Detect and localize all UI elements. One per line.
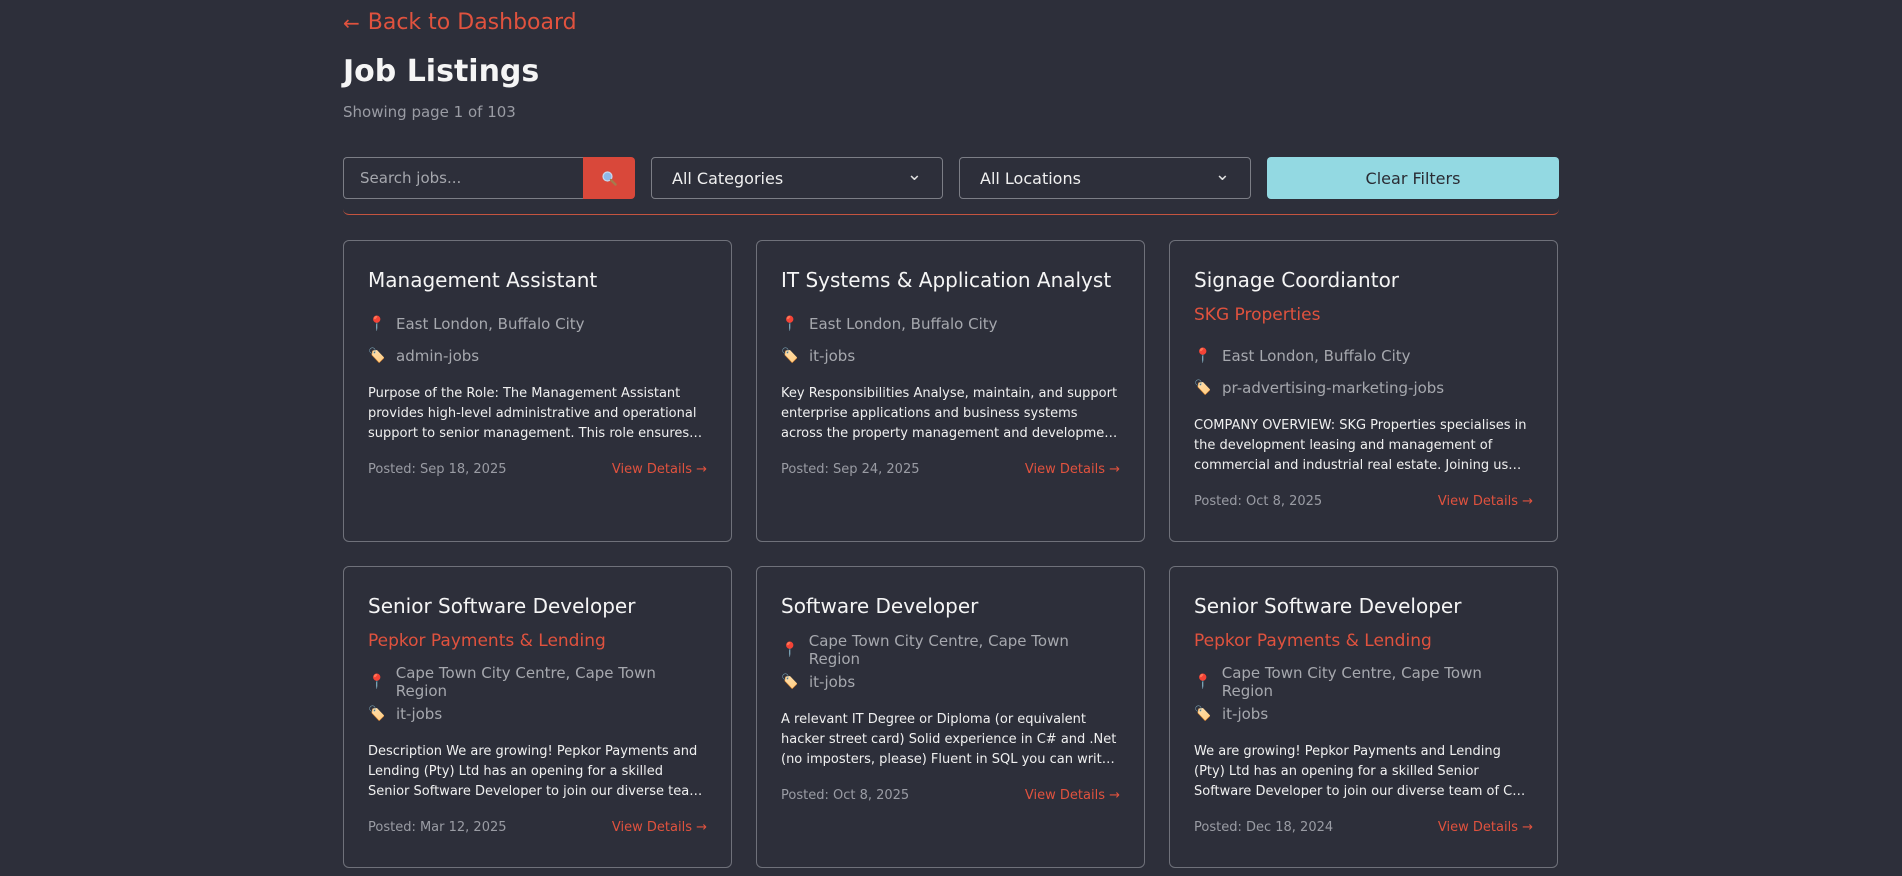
job-category-row: 🏷️ it-jobs — [1194, 698, 1533, 730]
job-meta: 📍 East London, Buffalo City 🏷️ admin-jobs — [368, 308, 707, 372]
job-title[interactable]: Software Developer — [781, 594, 1120, 618]
job-location-row: 📍 Cape Town City Centre, Cape Town Region — [1194, 664, 1533, 700]
search-input[interactable] — [343, 157, 583, 199]
chevron-down-icon: ⌄ — [1214, 163, 1230, 185]
job-card[interactable]: Software Developer 📍 Cape Town City Centre… — [756, 566, 1145, 868]
job-description: Description We are growing! Pepkor Payme… — [368, 744, 702, 799]
location-pin-icon: 📍 — [368, 316, 386, 332]
job-meta: 📍 Cape Town City Centre, Cape Town Region… — [1194, 664, 1533, 730]
job-description: A relevant IT Degree or Diploma (or equi… — [781, 712, 1117, 767]
job-category-row: 🏷️ it-jobs — [368, 698, 707, 730]
location-select-value: All Locations — [980, 168, 1081, 188]
job-card[interactable]: Signage Coordiantor SKG Properties 📍 East L… — [1169, 240, 1558, 542]
chevron-down-icon: ⌄ — [906, 163, 922, 185]
location-select[interactable]: All Locations ⌄ — [959, 157, 1251, 199]
clear-filters-button[interactable]: Clear Filters — [1267, 157, 1559, 199]
job-location: East London, Buffalo City — [396, 315, 585, 333]
job-category-row: 🏷️ it-jobs — [781, 340, 1120, 372]
location-pin-icon: 📍 — [781, 642, 799, 658]
arrow-left-icon: ← — [343, 10, 360, 35]
job-posted-date: Posted: Oct 8, 2025 — [1194, 494, 1323, 509]
job-card[interactable]: Senior Software Developer Pepkor Payments… — [1169, 566, 1558, 868]
view-details-link[interactable]: View Details → — [1025, 788, 1120, 803]
pagination-info: Showing page 1 of 103 — [343, 103, 516, 121]
job-card-footer: Posted: Sep 18, 2025 View Details → — [368, 462, 707, 477]
job-title[interactable]: Management Assistant — [368, 268, 707, 292]
job-description: Key Responsibilities Analyse, maintain, … — [781, 386, 1118, 441]
location-pin-icon: 📍 — [1194, 348, 1212, 364]
job-location: East London, Buffalo City — [809, 315, 998, 333]
job-company: Pepkor Payments & Lending — [1194, 631, 1432, 651]
job-meta: 📍 Cape Town City Centre, Cape Town Region… — [781, 632, 1120, 698]
job-location: Cape Town City Centre, Cape Town Region — [395, 664, 656, 700]
search-group — [343, 157, 635, 199]
job-card[interactable]: Management Assistant 📍 East London, Buffal… — [343, 240, 732, 542]
page-title: Job Listings — [343, 54, 540, 89]
tag-icon: 🏷️ — [1194, 380, 1212, 396]
view-details-link[interactable]: View Details → — [612, 462, 707, 477]
job-card[interactable]: Senior Software Developer Pepkor Payments… — [343, 566, 732, 868]
job-category: it-jobs — [1222, 705, 1269, 723]
location-pin-icon: 📍 — [1194, 674, 1212, 690]
job-title[interactable]: Senior Software Developer — [1194, 594, 1533, 618]
search-icon — [602, 171, 617, 186]
tag-icon: 🏷️ — [368, 706, 386, 722]
tag-icon: 🏷️ — [368, 348, 386, 364]
job-category: it-jobs — [809, 347, 856, 365]
job-posted-date: Posted: Oct 8, 2025 — [781, 788, 910, 803]
job-location-row: 📍 East London, Buffalo City — [1194, 340, 1533, 372]
job-title[interactable]: Signage Coordiantor — [1194, 268, 1533, 292]
job-description: We are growing! Pepkor Payments and Lend… — [1194, 744, 1524, 799]
category-select[interactable]: All Categories ⌄ — [651, 157, 943, 199]
search-button[interactable] — [583, 157, 635, 199]
back-link-label: Back to Dashboard — [367, 10, 577, 35]
view-details-link[interactable]: View Details → — [1025, 462, 1120, 477]
job-category: it-jobs — [809, 673, 856, 691]
view-details-link[interactable]: View Details → — [1438, 494, 1533, 509]
view-details-link[interactable]: View Details → — [612, 820, 707, 835]
job-description: COMPANY OVERVIEW: SKG Properties special… — [1194, 418, 1527, 473]
job-card-footer: Posted: Sep 24, 2025 View Details → — [781, 462, 1120, 477]
job-category-row: 🏷️ pr-advertising-marketing-jobs — [1194, 372, 1533, 404]
job-card-footer: Posted: Mar 12, 2025 View Details → — [368, 820, 707, 835]
job-location: Cape Town City Centre, Cape Town Region — [808, 632, 1069, 668]
job-meta: 📍 East London, Buffalo City 🏷️ it-jobs — [781, 308, 1120, 372]
filter-bar: All Categories ⌄ All Locations ⌄ Clear F… — [343, 157, 1559, 215]
job-posted-date: Posted: Sep 24, 2025 — [781, 462, 920, 477]
job-posted-date: Posted: Dec 18, 2024 — [1194, 820, 1334, 835]
job-posted-date: Posted: Mar 12, 2025 — [368, 820, 507, 835]
job-location-row: 📍 East London, Buffalo City — [368, 308, 707, 340]
tag-icon: 🏷️ — [781, 348, 799, 364]
tag-icon: 🏷️ — [781, 674, 799, 690]
job-category-row: 🏷️ admin-jobs — [368, 340, 707, 372]
job-category: admin-jobs — [396, 347, 480, 365]
job-meta: 📍 Cape Town City Centre, Cape Town Region… — [368, 664, 707, 730]
location-pin-icon: 📍 — [781, 316, 799, 332]
job-category-row: 🏷️ it-jobs — [781, 666, 1120, 698]
job-location: Cape Town City Centre, Cape Town Region — [1221, 664, 1482, 700]
job-location-row: 📍 East London, Buffalo City — [781, 308, 1120, 340]
job-description: Purpose of the Role: The Management Assi… — [368, 386, 697, 441]
job-posted-date: Posted: Sep 18, 2025 — [368, 462, 507, 477]
view-details-link[interactable]: View Details → — [1438, 820, 1533, 835]
job-location-row: 📍 Cape Town City Centre, Cape Town Region — [781, 632, 1120, 668]
job-company: Pepkor Payments & Lending — [368, 631, 606, 651]
job-card-footer: Posted: Dec 18, 2024 View Details → — [1194, 820, 1533, 835]
job-title[interactable]: Senior Software Developer — [368, 594, 707, 618]
job-card-footer: Posted: Oct 8, 2025 View Details → — [1194, 494, 1533, 509]
job-meta: 📍 East London, Buffalo City 🏷️ pr-advertisi… — [1194, 340, 1533, 404]
location-pin-icon: 📍 — [368, 674, 386, 690]
job-company: SKG Properties — [1194, 305, 1321, 325]
job-category: pr-advertising-marketing-jobs — [1222, 379, 1445, 397]
category-select-value: All Categories — [672, 168, 784, 188]
job-card[interactable]: IT Systems & Application Analyst 📍 East Lo… — [756, 240, 1145, 542]
job-location-row: 📍 Cape Town City Centre, Cape Town Region — [368, 664, 707, 700]
tag-icon: 🏷️ — [1194, 706, 1212, 722]
job-category: it-jobs — [396, 705, 443, 723]
job-card-footer: Posted: Oct 8, 2025 View Details → — [781, 788, 1120, 803]
job-location: East London, Buffalo City — [1222, 347, 1411, 365]
back-to-dashboard-link[interactable]: ← Back to Dashboard — [343, 10, 577, 35]
job-title[interactable]: IT Systems & Application Analyst — [781, 268, 1120, 292]
